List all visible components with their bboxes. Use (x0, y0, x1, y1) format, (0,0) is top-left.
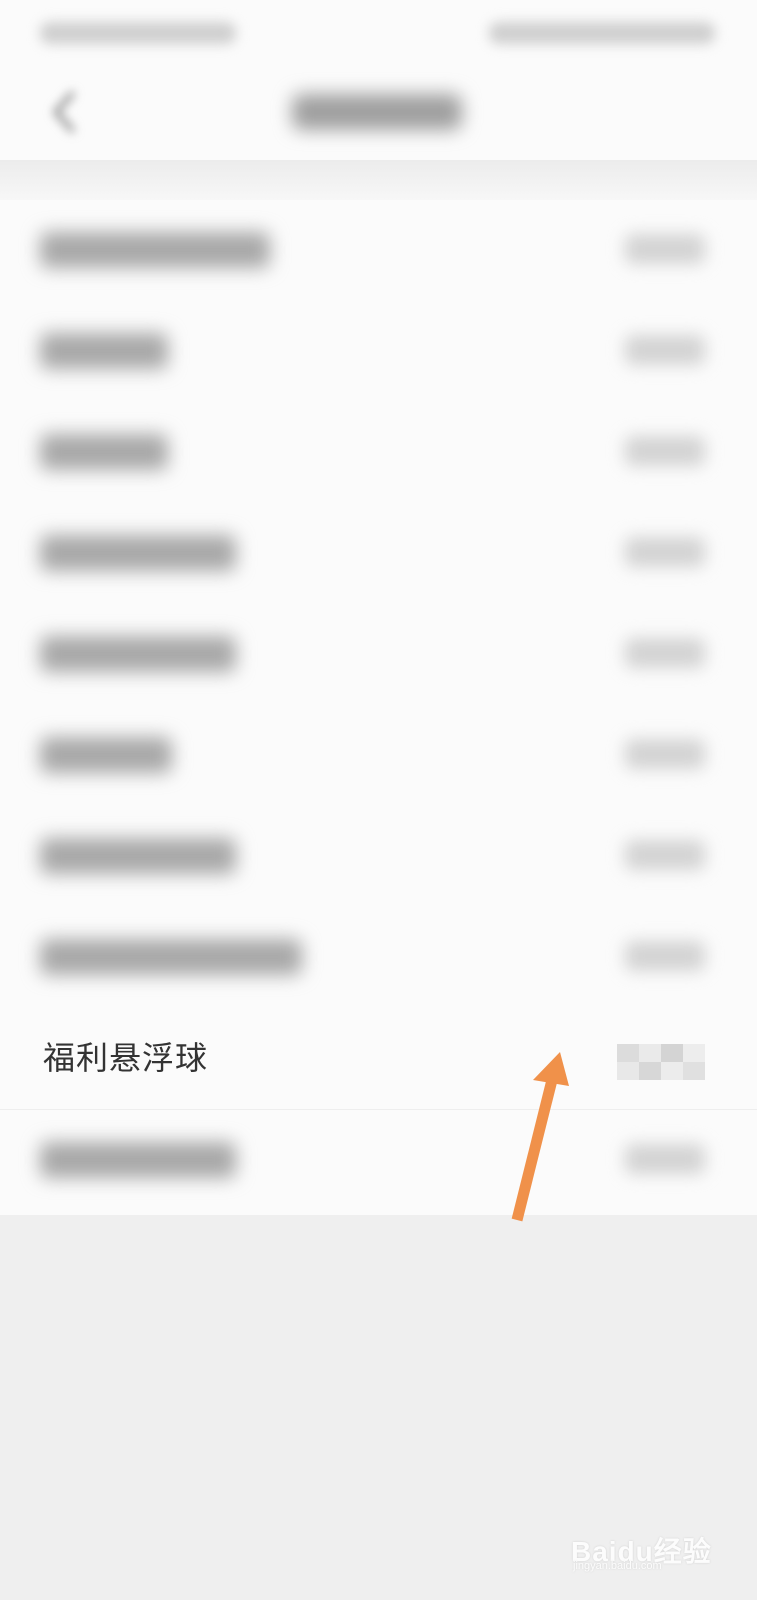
settings-row-blurred[interactable] (0, 503, 757, 604)
settings-row-blurred[interactable] (0, 1110, 757, 1211)
header (0, 64, 757, 160)
blurred-label (40, 737, 172, 773)
page-title-blurred (292, 94, 462, 130)
blurred-label (40, 535, 236, 571)
welfare-float-ball-label: 福利悬浮球 (43, 1039, 209, 1077)
blurred-value (625, 1144, 705, 1174)
status-bar (0, 0, 757, 64)
settings-row-blurred[interactable] (0, 402, 757, 503)
blurred-label (40, 636, 236, 672)
blurred-label (40, 939, 302, 975)
baidu-jingyan-watermark: Baidu经验 jingyan.baidu.com (571, 1516, 721, 1576)
blurred-value (625, 335, 705, 365)
blurred-value (625, 941, 705, 971)
pixelated-value (617, 1044, 705, 1080)
blurred-value (625, 234, 705, 264)
settings-row-blurred[interactable] (0, 200, 757, 301)
settings-row-blurred[interactable] (0, 301, 757, 402)
settings-row-blurred[interactable] (0, 705, 757, 806)
blurred-value (625, 537, 705, 567)
blurred-label (40, 333, 168, 369)
back-arrow-icon[interactable] (46, 88, 82, 136)
blurred-label (40, 434, 168, 470)
blurred-label (40, 1142, 236, 1178)
blurred-value (625, 739, 705, 769)
status-bar-left-blurred (40, 22, 236, 44)
settings-row-blurred[interactable] (0, 604, 757, 705)
watermark-subtext: jingyan.baidu.com (573, 1560, 662, 1572)
settings-row-blurred[interactable] (0, 806, 757, 907)
section-divider (0, 160, 757, 200)
blurred-value (625, 840, 705, 870)
blurred-value (625, 436, 705, 466)
blurred-label (40, 838, 236, 874)
blurred-label (40, 232, 270, 268)
settings-list: 福利悬浮球 (0, 200, 757, 1215)
status-bar-right-blurred (489, 22, 715, 44)
settings-row-welfare-float-ball[interactable]: 福利悬浮球 (0, 1008, 757, 1110)
annotation-arrow-icon (511, 1052, 569, 1222)
settings-row-blurred[interactable] (0, 907, 757, 1008)
blurred-value (625, 638, 705, 668)
